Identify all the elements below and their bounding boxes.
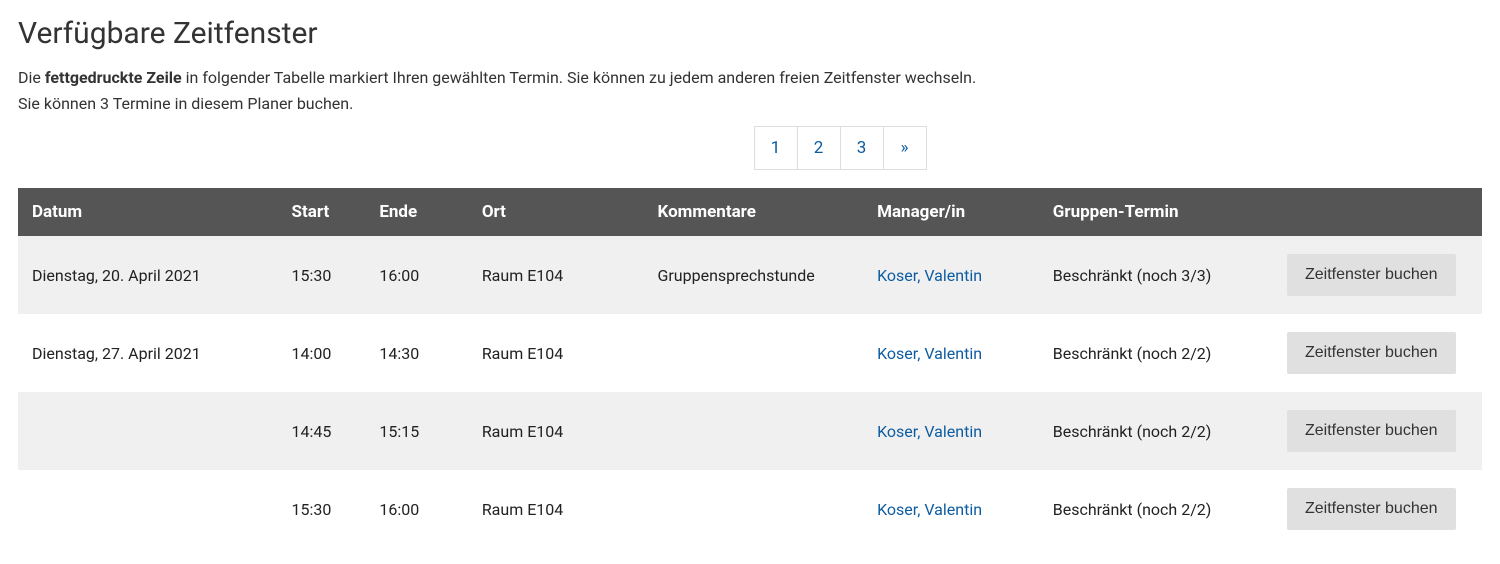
manager-link[interactable]: Koser, Valentin: [877, 500, 982, 519]
th-start: Start: [282, 188, 370, 236]
th-manager: Manager/in: [867, 188, 1043, 236]
page-title: Verfügbare Zeitfenster: [18, 16, 1482, 51]
table-row: 15:30 16:00 Raum E104 Koser, Valentin Be…: [18, 470, 1482, 548]
page-link-3[interactable]: 3: [840, 126, 884, 170]
cell-date: [18, 470, 282, 548]
book-slot-button[interactable]: Zeitfenster buchen: [1287, 254, 1456, 296]
desc-prefix: Die: [18, 68, 45, 87]
page-link-2[interactable]: 2: [797, 126, 841, 170]
th-group: Gruppen-Termin: [1043, 188, 1277, 236]
cell-group: Beschränkt (noch 2/2): [1043, 392, 1277, 470]
cell-location: Raum E104: [472, 236, 648, 314]
book-slot-button[interactable]: Zeitfenster buchen: [1287, 410, 1456, 452]
cell-start: 14:00: [282, 314, 370, 392]
th-end: Ende: [369, 188, 471, 236]
th-date: Datum: [18, 188, 282, 236]
cell-end: 16:00: [369, 470, 471, 548]
desc-line1-rest: in folgender Tabelle markiert Ihren gewä…: [182, 68, 977, 87]
cell-end: 15:15: [369, 392, 471, 470]
pagination: 1 2 3 »: [18, 126, 1482, 170]
cell-location: Raum E104: [472, 392, 648, 470]
cell-location: Raum E104: [472, 470, 648, 548]
cell-date: Dienstag, 20. April 2021: [18, 236, 282, 314]
desc-bold: fettgedruckte Zeile: [45, 68, 182, 87]
cell-comments: [647, 470, 867, 548]
table-row: Dienstag, 27. April 2021 14:00 14:30 Rau…: [18, 314, 1482, 392]
cell-group: Beschränkt (noch 2/2): [1043, 470, 1277, 548]
cell-comments: Gruppensprechstunde: [647, 236, 867, 314]
book-slot-button[interactable]: Zeitfenster buchen: [1287, 332, 1456, 374]
manager-link[interactable]: Koser, Valentin: [877, 422, 982, 441]
th-action: [1277, 188, 1482, 236]
cell-date: [18, 392, 282, 470]
cell-comments: [647, 392, 867, 470]
desc-line2: Sie können 3 Termine in diesem Planer bu…: [18, 94, 353, 113]
cell-end: 14:30: [369, 314, 471, 392]
page-link-1[interactable]: 1: [754, 126, 798, 170]
slots-table: Datum Start Ende Ort Kommentare Manager/…: [18, 188, 1482, 548]
cell-group: Beschränkt (noch 2/2): [1043, 314, 1277, 392]
cell-date: Dienstag, 27. April 2021: [18, 314, 282, 392]
manager-link[interactable]: Koser, Valentin: [877, 344, 982, 363]
manager-link[interactable]: Koser, Valentin: [877, 266, 982, 285]
table-header-row: Datum Start Ende Ort Kommentare Manager/…: [18, 188, 1482, 236]
th-location: Ort: [472, 188, 648, 236]
cell-start: 15:30: [282, 470, 370, 548]
cell-group: Beschränkt (noch 3/3): [1043, 236, 1277, 314]
cell-location: Raum E104: [472, 314, 648, 392]
table-row: Dienstag, 20. April 2021 15:30 16:00 Rau…: [18, 236, 1482, 314]
th-comments: Kommentare: [647, 188, 867, 236]
book-slot-button[interactable]: Zeitfenster buchen: [1287, 488, 1456, 530]
description-block: Die fettgedruckte Zeile in folgender Tab…: [18, 65, 1482, 116]
cell-end: 16:00: [369, 236, 471, 314]
cell-start: 15:30: [282, 236, 370, 314]
page-link-next[interactable]: »: [883, 126, 927, 170]
table-body: Dienstag, 20. April 2021 15:30 16:00 Rau…: [18, 236, 1482, 548]
cell-comments: [647, 314, 867, 392]
cell-start: 14:45: [282, 392, 370, 470]
table-row: 14:45 15:15 Raum E104 Koser, Valentin Be…: [18, 392, 1482, 470]
